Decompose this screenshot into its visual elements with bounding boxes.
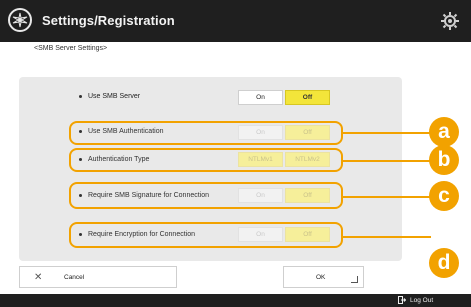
- logout-label: Log Out: [410, 296, 434, 304]
- bullet-icon: [79, 158, 82, 161]
- use-smb-server-off-button[interactable]: Off: [285, 90, 330, 105]
- require-encryption-off-button[interactable]: Off: [285, 227, 330, 242]
- close-icon: ✕: [34, 272, 43, 283]
- use-smb-authentication-on-button[interactable]: On: [238, 125, 283, 140]
- setting-label: Use SMB Authentication: [88, 128, 164, 135]
- setting-label: Require SMB Signature for Connection: [88, 192, 210, 199]
- return-corner-icon: [351, 276, 358, 283]
- ok-button[interactable]: OK: [283, 266, 364, 288]
- bullet-icon: [79, 95, 82, 98]
- setting-label: Authentication Type: [88, 156, 150, 163]
- bullet-icon: [79, 233, 82, 236]
- cancel-label: Cancel: [64, 274, 85, 281]
- callout-leader-a: [343, 132, 431, 134]
- callout-b: b: [429, 145, 459, 175]
- setting-label: Require Encryption for Connection: [88, 231, 196, 238]
- use-smb-server-on-button[interactable]: On: [238, 90, 283, 105]
- require-smb-signature-on-button[interactable]: On: [238, 188, 283, 203]
- callout-a: a: [429, 117, 459, 147]
- title-bar: Settings/Registration: [0, 0, 471, 42]
- callout-leader-c: [343, 196, 431, 198]
- screen-subtitle: <SMB Server Settings>: [34, 45, 108, 52]
- bullet-icon: [79, 130, 82, 133]
- page-title: Settings/Registration: [42, 13, 175, 28]
- setting-row-use-smb-authentication: Use SMB Authentication: [79, 128, 164, 135]
- settings-app-icon: [8, 8, 32, 32]
- setting-row-require-smb-signature: Require SMB Signature for Connection: [79, 192, 209, 199]
- logout-icon: [398, 296, 406, 304]
- require-smb-signature-off-button[interactable]: Off: [285, 188, 330, 203]
- require-encryption-on-button[interactable]: On: [238, 227, 283, 242]
- setting-row-authentication-type: Authentication Type: [79, 156, 149, 163]
- setting-row-require-encryption: Require Encryption for Connection: [79, 231, 195, 238]
- bottom-status-bar: Log Out: [0, 294, 471, 307]
- gear-icon[interactable]: [440, 11, 460, 31]
- ok-label: OK: [316, 274, 326, 281]
- callout-d: d: [429, 248, 459, 278]
- bullet-icon: [79, 194, 82, 197]
- use-smb-authentication-off-button[interactable]: Off: [285, 125, 330, 140]
- callout-leader-d: [343, 236, 431, 238]
- setting-label: Use SMB Server: [88, 93, 141, 100]
- callout-leader-b: [343, 160, 431, 162]
- callout-c: c: [429, 181, 459, 211]
- auth-type-ntlmv1-button[interactable]: NTLMv1: [238, 152, 283, 167]
- cancel-button[interactable]: ✕ Cancel: [19, 266, 177, 288]
- logout-button[interactable]: Log Out: [398, 296, 433, 304]
- auth-type-ntlmv2-button[interactable]: NTLMv2: [285, 152, 330, 167]
- setting-row-use-smb-server: Use SMB Server: [79, 93, 140, 100]
